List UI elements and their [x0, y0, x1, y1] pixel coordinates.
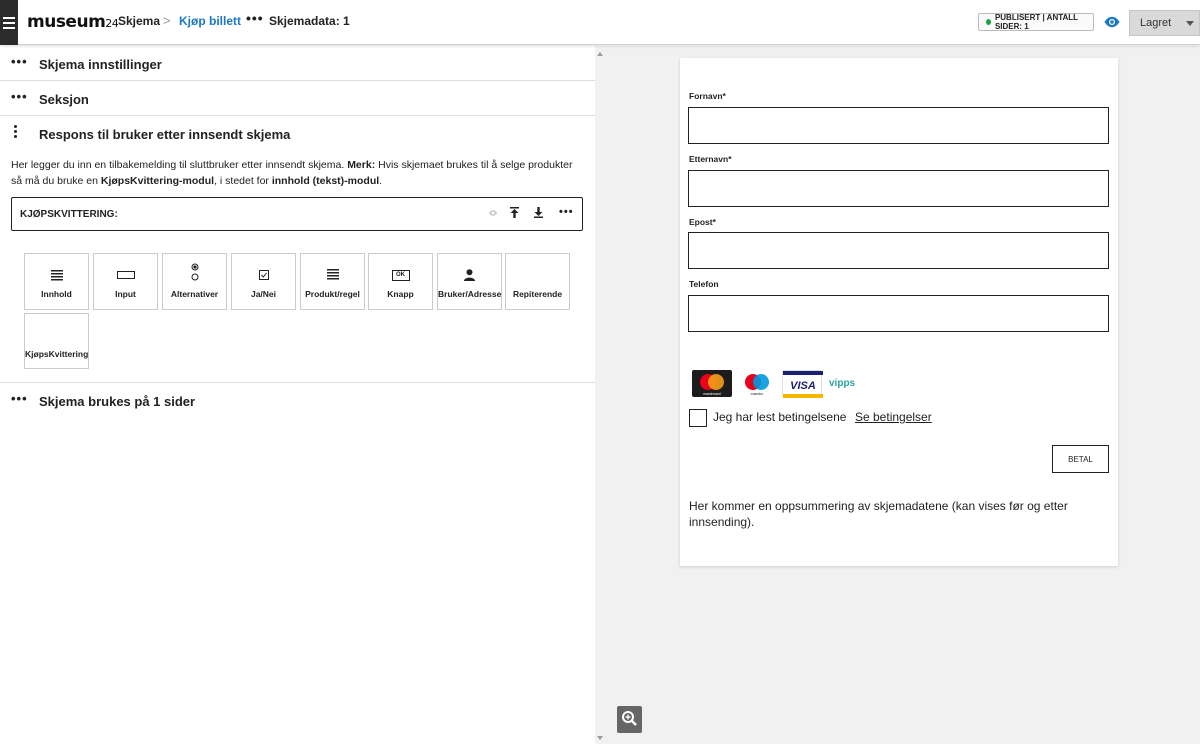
menu-icon[interactable] [0, 0, 18, 45]
phone-field[interactable] [688, 295, 1109, 332]
terms-link[interactable]: Se betingelser [855, 410, 932, 424]
save-button[interactable]: Lagret [1129, 10, 1200, 36]
move-down-icon[interactable] [534, 207, 543, 218]
vertical-more-icon[interactable] [14, 125, 17, 138]
product-lines-icon [326, 269, 339, 280]
email-label: Epost* [689, 217, 716, 227]
scrollbar[interactable] [595, 46, 604, 744]
tile-alternativer[interactable]: Alternativer [162, 253, 227, 310]
checkbox-icon [258, 270, 269, 280]
pay-button[interactable]: BETAL [1052, 445, 1109, 473]
tile-repiterende[interactable]: Repiterende [505, 253, 570, 310]
more-icon[interactable]: ••• [246, 10, 264, 26]
status-dot-icon [986, 19, 991, 25]
phone-label: Telefon [689, 279, 719, 289]
svg-text:maestro: maestro [751, 392, 764, 396]
scroll-up-icon[interactable] [597, 52, 603, 56]
tile-innhold[interactable]: Innhold [24, 253, 89, 310]
first-name-field[interactable] [688, 107, 1109, 144]
more-icon[interactable]: ••• [559, 206, 574, 218]
radio-icon [191, 263, 198, 281]
terms-label: Jeg har lest betingelsene [713, 410, 847, 424]
more-icon[interactable]: ••• [11, 391, 28, 406]
move-up-icon[interactable] [510, 207, 519, 218]
tile-ja-nei[interactable]: Ja/Nei [231, 253, 296, 310]
breadcrumb-skjemadata[interactable]: Skjemadata: 1 [269, 14, 350, 28]
scroll-down-icon[interactable] [597, 736, 603, 740]
eye-icon[interactable] [1103, 15, 1121, 29]
zoom-button[interactable] [617, 706, 642, 733]
mastercard-icon: mastercard [692, 369, 732, 397]
more-icon[interactable]: ••• [11, 89, 28, 104]
editor-panel: ••• Skjema innstillinger ••• Seksjon Res… [0, 46, 595, 744]
form-preview-card: Fornavn* Etternavn* Epost* Telefon maste… [680, 58, 1118, 566]
ok-button-icon: OK [391, 269, 410, 281]
tile-produkt-regel[interactable]: Produkt/regel [300, 253, 365, 310]
visa-icon: VISA [782, 369, 823, 398]
svg-text:vipps: vipps [829, 378, 856, 389]
chevron-right-icon: > [163, 13, 171, 28]
payment-logos: mastercard maestro VISA vipps [692, 369, 863, 398]
email-field[interactable] [688, 232, 1109, 269]
logo[interactable]: museum24 [27, 12, 119, 32]
first-name-label: Fornavn* [689, 91, 726, 101]
breadcrumb-skjema[interactable]: Skjema [118, 14, 160, 28]
breadcrumb-kjop-billett[interactable]: Kjøp billett [179, 14, 241, 28]
vipps-icon: vipps [827, 370, 863, 397]
lines-icon [50, 269, 63, 280]
more-icon[interactable]: ••• [11, 54, 28, 69]
svg-text:mastercard: mastercard [703, 392, 721, 396]
section-schema-usage[interactable]: ••• Skjema brukes på 1 sider [0, 382, 595, 417]
chevron-down-icon [1186, 21, 1194, 26]
summary-text: Her kommer en oppsummering av skjemadate… [689, 499, 1068, 529]
status-badge: PUBLISERT | ANTALL SIDER: 1 [978, 13, 1094, 31]
tile-bruker-adresse[interactable]: Bruker/Adresse [437, 253, 502, 310]
kjopskvittering-module[interactable]: KJØPSKVITTERING: ••• [11, 197, 583, 231]
tile-kjopskvittering[interactable]: KjøpsKvittering [24, 313, 89, 369]
maestro-icon: maestro [737, 369, 777, 397]
last-name-field[interactable] [688, 170, 1109, 207]
terms-checkbox[interactable] [689, 409, 707, 427]
eye-icon[interactable] [488, 209, 498, 217]
section-response[interactable]: Respons til bruker etter innsendt skjema [0, 116, 595, 151]
top-bar: museum24 Skjema > Kjøp billett ••• Skjem… [0, 0, 1200, 45]
input-box-icon [116, 271, 135, 279]
last-name-label: Etternavn* [689, 154, 732, 164]
person-icon [464, 269, 475, 281]
tile-input[interactable]: Input [93, 253, 158, 310]
section-schema-settings[interactable]: ••• Skjema innstillinger [0, 46, 595, 81]
svg-text:VISA: VISA [790, 380, 816, 392]
section-seksjon[interactable]: ••• Seksjon [0, 81, 595, 116]
tile-knapp[interactable]: OK Knapp [368, 253, 433, 310]
response-description: Her legger du inn en tilbakemelding til … [11, 159, 573, 187]
zoom-in-icon [622, 711, 637, 726]
